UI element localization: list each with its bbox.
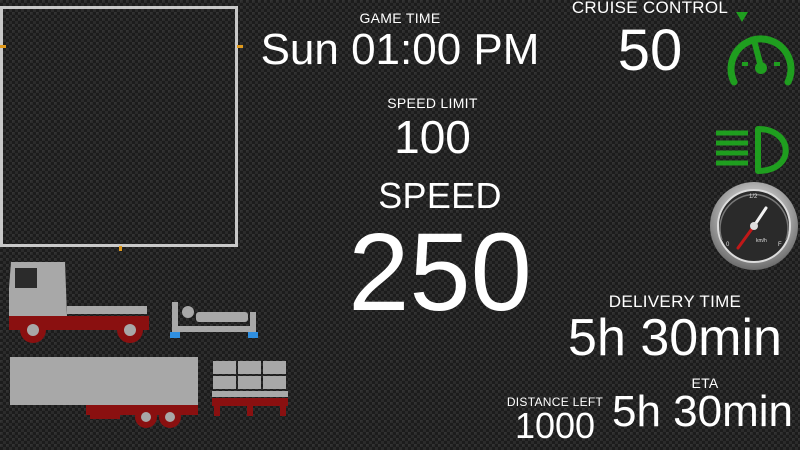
gauge-tick-full: F bbox=[778, 242, 782, 248]
game-time-label: GAME TIME bbox=[359, 10, 441, 26]
gauge-tick-empty: 0 bbox=[726, 242, 730, 248]
eta-value: 5h 30min bbox=[611, 387, 793, 436]
speed-value: 250 bbox=[348, 211, 532, 334]
game-time-value: Sun 01:00 PM bbox=[260, 25, 540, 74]
gauge-tick-half: 1/2 bbox=[749, 194, 758, 200]
delivery-time-value: 5h 30min bbox=[568, 309, 782, 367]
sleep-bed-icon bbox=[170, 302, 258, 338]
speed-limit-value: 100 bbox=[394, 111, 471, 163]
truck-icon bbox=[9, 262, 149, 343]
distance-left-value: 1000 bbox=[514, 405, 596, 446]
cruise-control-icon bbox=[727, 12, 795, 86]
map-marker bbox=[119, 246, 122, 251]
speed-limit-label: SPEED LIMIT bbox=[387, 95, 478, 111]
gauge-unit: km/h bbox=[756, 238, 767, 244]
cruise-control-value: 50 bbox=[617, 18, 683, 83]
headlights-icon bbox=[716, 126, 789, 174]
fuel-gauge: 1/2 0 F km/h bbox=[708, 180, 800, 272]
map-marker bbox=[0, 45, 6, 48]
trailer-icon bbox=[10, 357, 198, 428]
cargo-pallet-icon bbox=[212, 361, 288, 416]
route-map-frame[interactable] bbox=[0, 6, 238, 247]
